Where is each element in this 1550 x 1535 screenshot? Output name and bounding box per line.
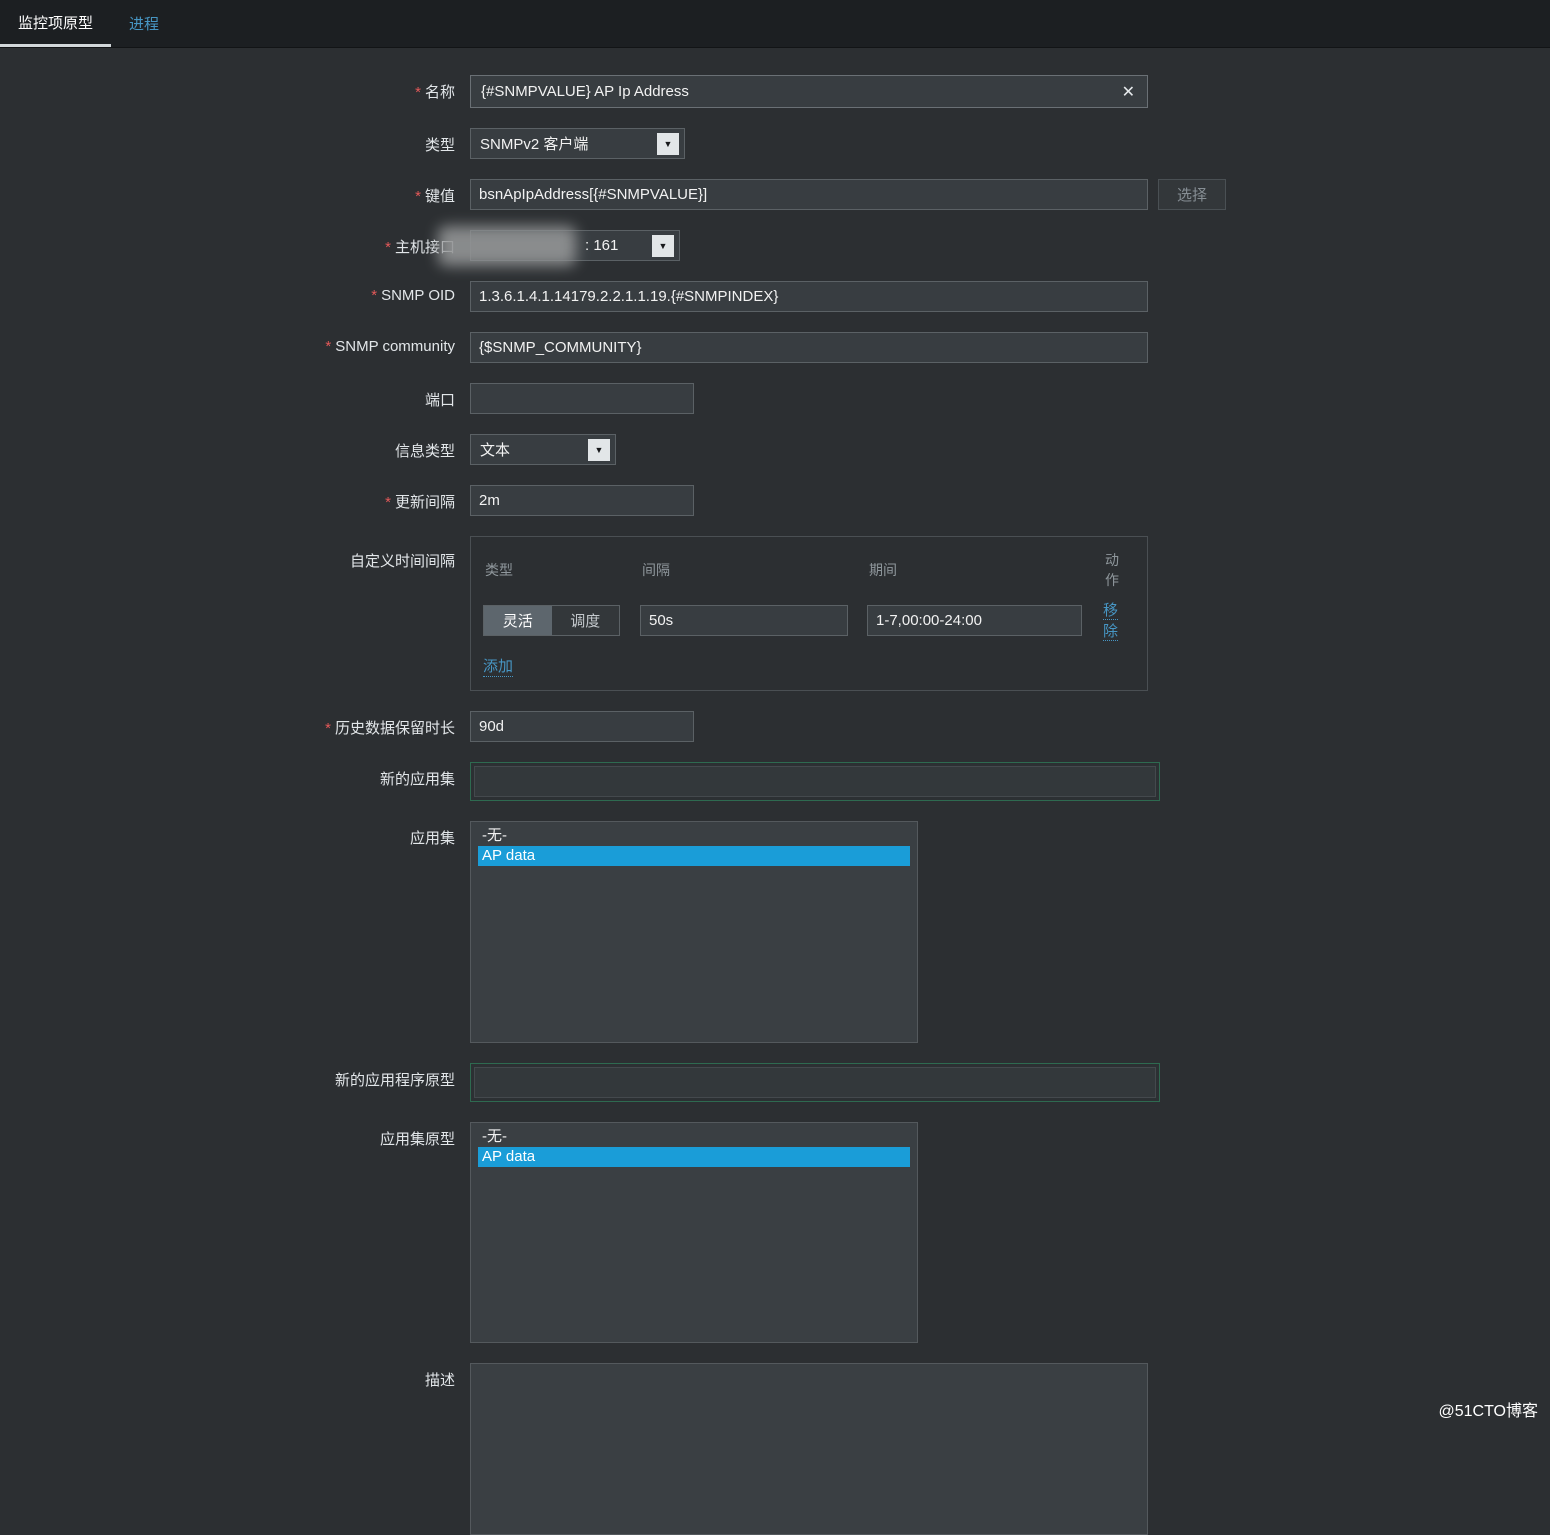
name-input-box: ✕ bbox=[470, 75, 1148, 108]
host-interface-label: 主机接口 bbox=[0, 230, 455, 261]
new-application-box bbox=[470, 762, 1160, 801]
update-interval-input[interactable] bbox=[470, 485, 694, 516]
tab-item-prototype[interactable]: 监控项原型 bbox=[0, 0, 112, 47]
type-select[interactable]: SNMPv2 客户端 ▼ bbox=[470, 128, 685, 159]
new-app-prototype-input[interactable] bbox=[474, 1067, 1156, 1098]
row-description: 描述 bbox=[0, 1363, 1550, 1535]
snmp-oid-label: SNMP OID bbox=[0, 281, 455, 312]
applications-listbox[interactable]: -无- AP data bbox=[470, 821, 918, 1043]
row-applications: 应用集 -无- AP data bbox=[0, 821, 1550, 1043]
watermark: @51CTO博客 bbox=[1438, 1403, 1538, 1420]
tab-bar: 监控项原型 进程 bbox=[0, 0, 1550, 48]
chevron-down-icon: ▼ bbox=[652, 234, 674, 257]
type-select-value: SNMPv2 客户端 bbox=[480, 136, 589, 153]
custom-intervals-label: 自定义时间间隔 bbox=[349, 553, 455, 570]
header-interval: 间隔 bbox=[642, 562, 670, 578]
snmp-community-input[interactable] bbox=[470, 332, 1148, 363]
snmp-community-label: SNMP community bbox=[0, 332, 455, 363]
row-host-interface: 主机接口 : 161 ▼ bbox=[0, 226, 1550, 266]
key-input[interactable] bbox=[470, 179, 1148, 210]
period-input[interactable] bbox=[867, 604, 1082, 636]
row-info-type: 信息类型 文本 ▼ bbox=[0, 434, 1550, 465]
applications-label: 应用集 bbox=[409, 830, 455, 847]
new-application-input[interactable] bbox=[474, 766, 1156, 797]
type-label: 类型 bbox=[424, 137, 455, 154]
row-name: 名称 ✕ bbox=[0, 75, 1550, 108]
header-period: 期间 bbox=[869, 562, 897, 578]
description-label: 描述 bbox=[424, 1372, 455, 1389]
row-new-application: 新的应用集 bbox=[0, 762, 1550, 801]
info-type-label: 信息类型 bbox=[394, 443, 455, 460]
row-port: 端口 bbox=[0, 383, 1550, 414]
host-interface-value: : 161 bbox=[585, 237, 619, 254]
row-snmp-community: SNMP community bbox=[0, 332, 1550, 363]
tab-item-prototype-label: 监控项原型 bbox=[18, 14, 94, 32]
new-app-prototype-box bbox=[470, 1063, 1160, 1102]
key-select-button[interactable]: 选择 bbox=[1158, 179, 1226, 210]
new-application-label: 新的应用集 bbox=[379, 771, 455, 788]
history-input[interactable] bbox=[470, 711, 694, 742]
new-app-prototype-label: 新的应用程序原型 bbox=[334, 1072, 455, 1089]
custom-intervals-box: 类型 间隔 期间 动作 灵活 调度 50s 1-7,00:00-24:00 移除… bbox=[470, 536, 1148, 691]
header-action: 动作 bbox=[1105, 552, 1119, 588]
name-label: 名称 bbox=[0, 75, 455, 108]
app-prototypes-label: 应用集原型 bbox=[379, 1131, 455, 1148]
interval-type-toggle: 灵活 调度 bbox=[483, 604, 620, 636]
host-interface-select[interactable]: : 161 ▼ bbox=[470, 230, 680, 261]
clear-icon[interactable]: ✕ bbox=[1110, 82, 1147, 102]
list-option-none[interactable]: -无- bbox=[478, 826, 910, 846]
add-link[interactable]: 添加 bbox=[483, 655, 514, 677]
row-new-app-prototype: 新的应用程序原型 bbox=[0, 1063, 1550, 1102]
row-custom-intervals: 自定义时间间隔 类型 间隔 期间 动作 灵活 调度 50s 1-7,00:00-… bbox=[0, 536, 1550, 691]
chevron-down-icon: ▼ bbox=[588, 438, 610, 461]
header-type: 类型 bbox=[485, 562, 513, 578]
remove-link[interactable]: 移除 bbox=[1103, 602, 1119, 641]
name-input[interactable] bbox=[471, 83, 1110, 100]
row-key: 键值 选择 bbox=[0, 179, 1550, 210]
tab-process-label: 进程 bbox=[129, 16, 160, 33]
tab-process[interactable]: 进程 bbox=[111, 0, 177, 47]
description-textarea[interactable] bbox=[470, 1363, 1148, 1535]
row-snmp-oid: SNMP OID bbox=[0, 281, 1550, 312]
list-option-ap-data[interactable]: AP data bbox=[478, 846, 910, 866]
custom-interval-row: 灵活 调度 移除 bbox=[483, 599, 1132, 641]
app-prototypes-listbox[interactable]: -无- AP data bbox=[470, 1122, 918, 1343]
port-label: 端口 bbox=[424, 392, 455, 409]
key-label: 键值 bbox=[0, 179, 455, 210]
toggle-flexible[interactable]: 灵活 bbox=[484, 605, 552, 635]
toggle-scheduling[interactable]: 调度 bbox=[551, 605, 619, 635]
row-type: 类型 SNMPv2 客户端 ▼ bbox=[0, 128, 1550, 159]
update-interval-label: 更新间隔 bbox=[0, 485, 455, 516]
port-input[interactable] bbox=[470, 383, 694, 414]
list-option-none[interactable]: -无- bbox=[478, 1127, 910, 1147]
custom-intervals-headers: 类型 间隔 期间 动作 bbox=[483, 550, 1132, 590]
chevron-down-icon: ▼ bbox=[657, 132, 679, 155]
interval-input[interactable] bbox=[640, 604, 848, 636]
info-type-value: 文本 bbox=[480, 442, 511, 459]
row-history: 历史数据保留时长 bbox=[0, 711, 1550, 742]
list-option-ap-data[interactable]: AP data bbox=[478, 1147, 910, 1167]
snmp-oid-input[interactable] bbox=[470, 281, 1148, 312]
item-prototype-form: 名称 ✕ 类型 SNMPv2 客户端 ▼ 键值 选择 主机接口 : bbox=[0, 48, 1550, 1535]
row-update-interval: 更新间隔 bbox=[0, 485, 1550, 516]
info-type-select[interactable]: 文本 ▼ bbox=[470, 434, 616, 465]
history-label: 历史数据保留时长 bbox=[0, 711, 455, 742]
row-app-prototypes: 应用集原型 -无- AP data bbox=[0, 1122, 1550, 1343]
